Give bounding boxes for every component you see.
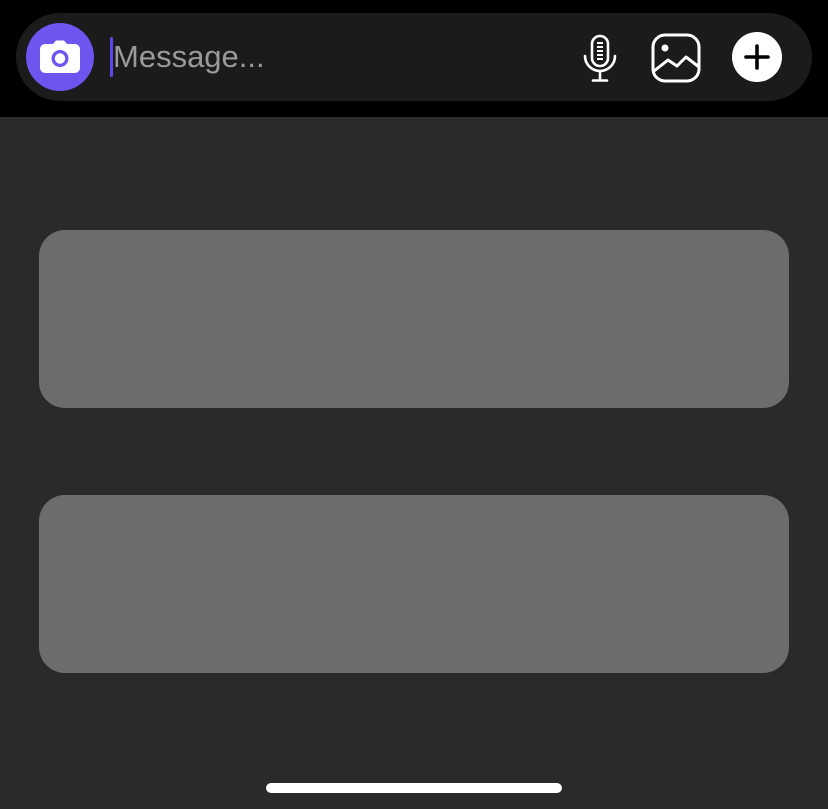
composer-area: [0, 0, 828, 117]
placeholder-card: [39, 495, 789, 673]
message-composer: [16, 13, 812, 101]
gallery-button[interactable]: [650, 32, 702, 84]
add-button[interactable]: [732, 32, 782, 82]
image-gallery-icon: [651, 33, 701, 83]
microphone-icon: [583, 34, 617, 82]
camera-button[interactable]: [26, 23, 94, 91]
camera-icon: [40, 40, 80, 73]
content-area: [0, 117, 828, 809]
home-indicator[interactable]: [266, 783, 562, 793]
message-input[interactable]: [113, 31, 553, 83]
placeholder-card: [39, 230, 789, 408]
plus-icon: [744, 44, 770, 70]
microphone-button[interactable]: [576, 33, 624, 85]
